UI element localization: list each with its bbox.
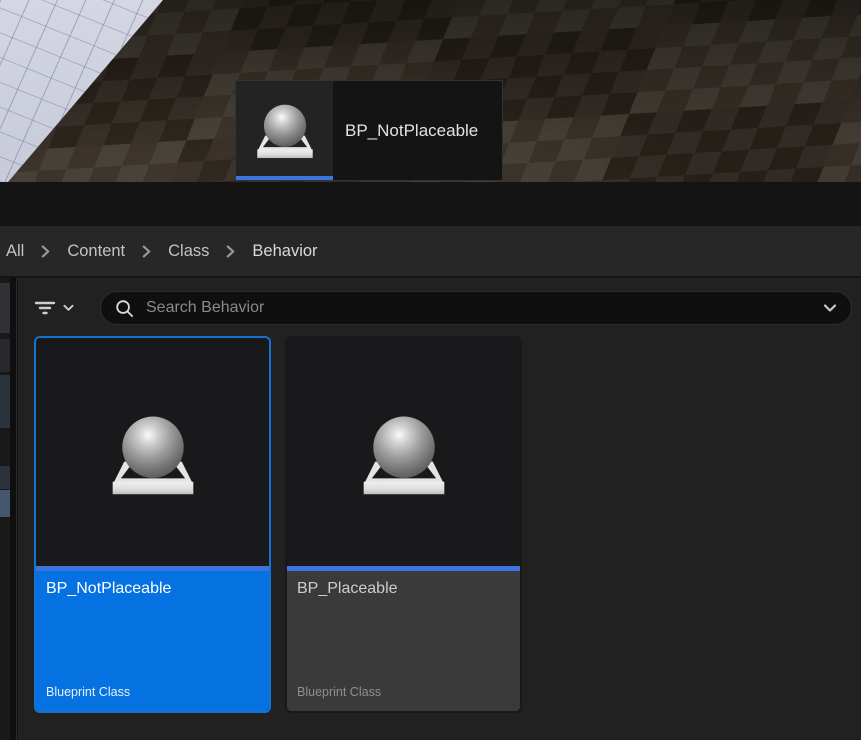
sources-panel-edge bbox=[0, 278, 10, 740]
asset-tile-footer: BP_NotPlaceable Blueprint Class bbox=[36, 571, 269, 711]
panel-splitter[interactable] bbox=[10, 278, 17, 740]
filter-icon bbox=[34, 301, 56, 315]
search-input[interactable] bbox=[146, 299, 823, 317]
asset-tile-footer: BP_Placeable Blueprint Class bbox=[287, 571, 520, 711]
search-icon bbox=[115, 299, 134, 318]
drag-asset-label: BP_NotPlaceable bbox=[333, 81, 502, 180]
asset-thumbnail bbox=[36, 338, 269, 566]
asset-thumbnail bbox=[287, 338, 520, 566]
breadcrumb: All Content Class Behavior bbox=[0, 226, 861, 278]
chevron-right-icon bbox=[226, 245, 235, 258]
breadcrumb-item-class[interactable]: Class bbox=[168, 242, 209, 261]
folder-tree-item-partial[interactable] bbox=[0, 283, 10, 333]
chevron-down-icon bbox=[63, 304, 74, 312]
folder-tree-item-partial[interactable] bbox=[0, 466, 10, 489]
blueprint-sphere-icon bbox=[356, 404, 452, 500]
asset-name: BP_Placeable bbox=[297, 580, 510, 598]
chevron-right-icon bbox=[41, 245, 50, 258]
asset-type-label: Blueprint Class bbox=[297, 685, 381, 699]
blueprint-sphere-icon bbox=[252, 96, 318, 162]
folder-tree-item-partial[interactable] bbox=[0, 375, 10, 428]
breadcrumb-item-behavior[interactable]: Behavior bbox=[252, 242, 317, 261]
asset-type-color-bar bbox=[236, 176, 333, 180]
folder-tree-item-partial[interactable] bbox=[0, 490, 10, 517]
search-bar[interactable] bbox=[100, 291, 852, 325]
asset-tile-bp-notplaceable[interactable]: BP_NotPlaceable Blueprint Class bbox=[34, 336, 271, 713]
asset-name: BP_NotPlaceable bbox=[46, 580, 259, 598]
drag-asset-thumbnail bbox=[236, 81, 333, 180]
breadcrumb-item-content[interactable]: Content bbox=[67, 242, 125, 261]
asset-tile-bp-placeable[interactable]: BP_Placeable Blueprint Class bbox=[285, 336, 522, 713]
chevron-right-icon bbox=[142, 245, 151, 258]
content-browser-toolbar-strip bbox=[0, 182, 861, 226]
blueprint-sphere-icon bbox=[105, 404, 201, 500]
search-options-chevron-icon[interactable] bbox=[823, 304, 837, 313]
unreal-editor-window: BP_NotPlaceable All Content Class Behavi… bbox=[0, 0, 861, 740]
breadcrumb-item-all[interactable]: All bbox=[6, 242, 24, 261]
asset-view-panel: BP_NotPlaceable Blueprint Class BP_Place… bbox=[18, 278, 861, 740]
folder-tree-item-partial[interactable] bbox=[0, 339, 10, 372]
asset-type-label: Blueprint Class bbox=[46, 685, 130, 699]
drag-asset-tooltip: BP_NotPlaceable bbox=[235, 80, 503, 181]
level-viewport[interactable]: BP_NotPlaceable bbox=[0, 0, 861, 182]
filters-button[interactable] bbox=[34, 294, 86, 322]
